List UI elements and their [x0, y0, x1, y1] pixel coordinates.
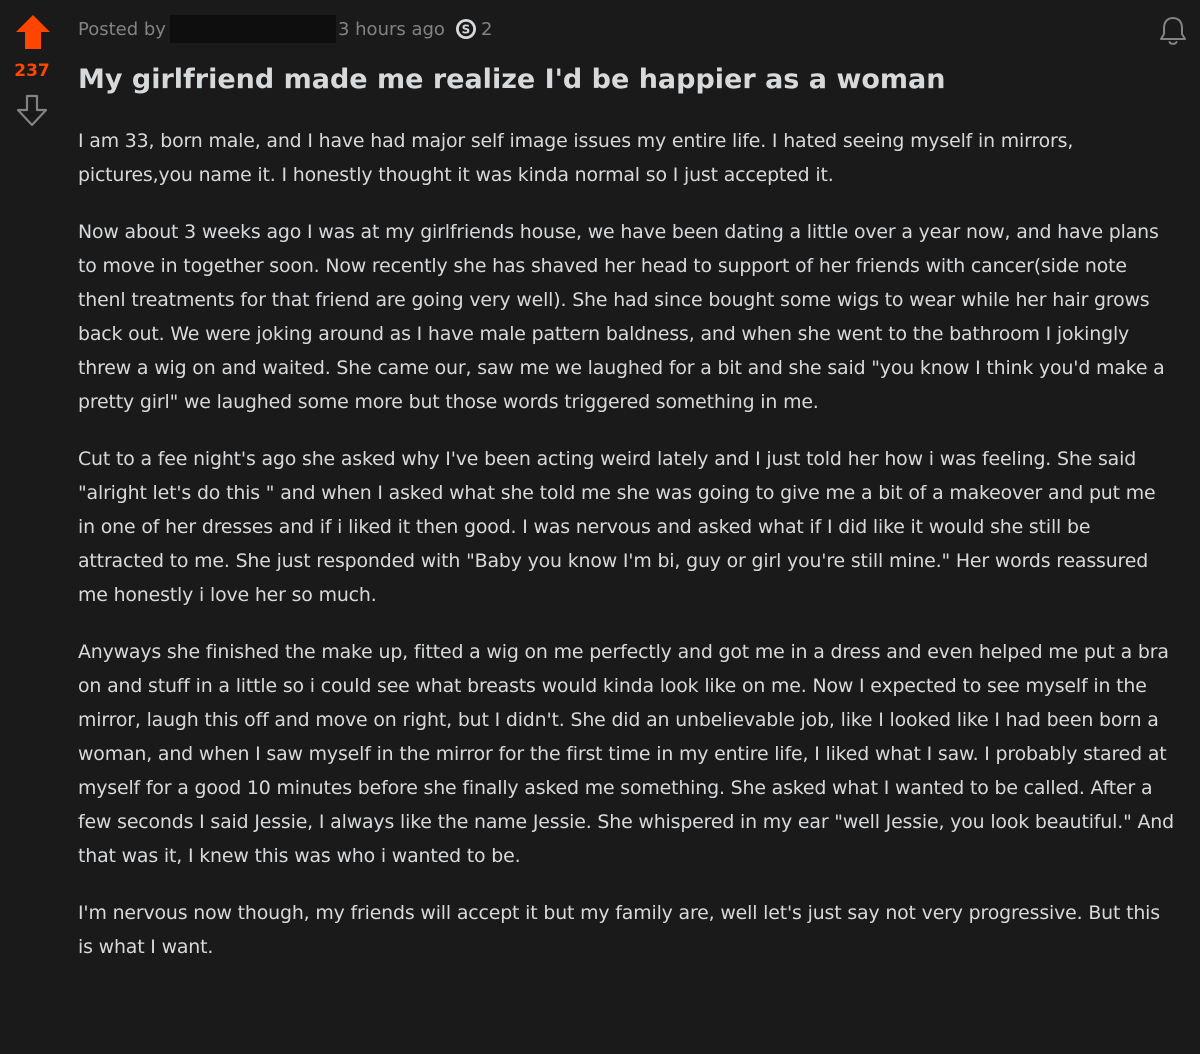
- post-paragraph: Anyways she finished the make up, fitted…: [78, 641, 1174, 867]
- award-count: 2: [480, 18, 493, 40]
- post-paragraph: Cut to a fee night's ago she asked why I…: [78, 448, 1156, 606]
- post-paragraph: I am 33, born male, and I have had major…: [78, 130, 1074, 186]
- silver-coin-icon: S: [455, 19, 476, 39]
- posted-by-label: Posted by: [78, 18, 166, 40]
- post-time: 3 hours ago: [337, 18, 445, 40]
- upvote-arrow-icon[interactable]: [14, 14, 52, 50]
- post-body: I am 33, born male, and I have had major…: [78, 124, 1178, 987]
- redacted-username: [169, 15, 336, 43]
- post-paragraph: Now about 3 weeks ago I was at my girlfr…: [78, 221, 1165, 413]
- post-meta: Posted by 3 hours ago S 2: [78, 14, 492, 44]
- award[interactable]: S 2: [455, 18, 492, 40]
- post-title[interactable]: My girlfriend made me realize I'd be hap…: [78, 58, 1178, 102]
- svg-text:S: S: [462, 23, 471, 37]
- post-paragraph: I'm nervous now though, my friends will …: [78, 902, 1160, 958]
- vote-score: 237: [14, 61, 50, 81]
- bell-icon[interactable]: [1156, 14, 1190, 48]
- downvote-arrow-icon[interactable]: [15, 94, 49, 128]
